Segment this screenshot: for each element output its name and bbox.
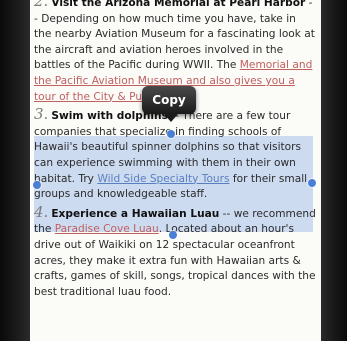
wild-side-tours-link[interactable]: Wild Side Specialty Tours — [97, 173, 229, 185]
selection-handle-top[interactable] — [167, 130, 175, 138]
device-bezel-left — [0, 0, 30, 341]
article-content[interactable]: 2. Visit the Arizona Memorial at Pearl Ha… — [34, 0, 316, 302]
copy-button[interactable]: Copy — [142, 86, 196, 114]
selection-handle-bottom[interactable] — [169, 231, 177, 239]
copy-popup-arrow — [164, 114, 178, 122]
item-number: 2. — [34, 0, 49, 10]
device-frame: 2. Visit the Arizona Memorial at Pearl Ha… — [0, 0, 347, 341]
item-title: Experience a Hawaiian Luau — [51, 207, 220, 220]
item-number: 3. — [34, 105, 49, 124]
selection-handle-left[interactable] — [33, 181, 41, 189]
item-title: Visit the Arizona Memorial at Pearl Harb… — [51, 0, 306, 9]
screen[interactable]: 2. Visit the Arizona Memorial at Pearl Ha… — [30, 0, 321, 341]
paradise-cove-link[interactable]: Paradise Cove Luau — [55, 223, 159, 235]
list-item-hawaiian-luau: 4. Experience a Hawaiian Luau -- we recom… — [34, 202, 316, 298]
item-number: 4. — [34, 202, 49, 221]
selection-handle-right[interactable] — [308, 179, 316, 187]
device-bezel-right — [321, 0, 347, 341]
